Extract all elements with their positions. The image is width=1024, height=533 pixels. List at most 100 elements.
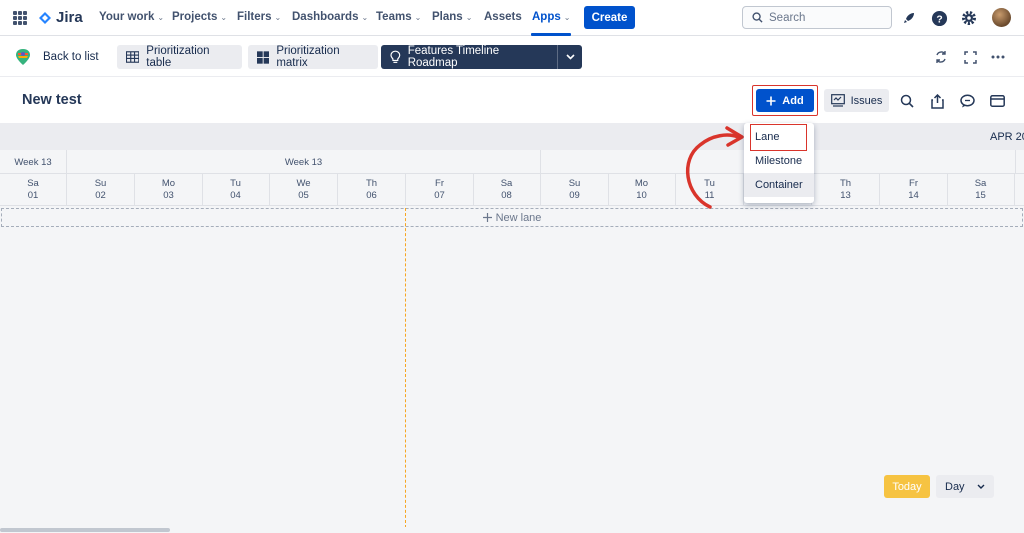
tab-prioritization-table-label: Prioritization table (146, 45, 210, 69)
day-of-week: Sa (27, 178, 39, 189)
tab-prioritization-matrix[interactable]: Prioritization matrix (248, 45, 378, 69)
today-button[interactable]: Today (884, 475, 930, 498)
nav-assets-label: Assets (484, 11, 522, 23)
day-of-week: Su (94, 178, 107, 189)
nav-assets[interactable]: Assets (484, 11, 522, 23)
chevron-down-icon: ⌄ (563, 12, 571, 22)
day-number: 03 (163, 190, 174, 201)
day-cell: Mo 10 (608, 174, 676, 206)
menu-item-milestone[interactable]: Milestone (744, 149, 814, 173)
nav-teams-label: Teams (376, 11, 412, 23)
tab-prioritization-table[interactable]: Prioritization table (117, 45, 242, 69)
issues-button-label: Issues (850, 94, 883, 107)
timeline-canvas[interactable]: APR 20 Week 13 Week 13 Sa01 Su02 Mo03 Tu… (0, 123, 1024, 533)
user-avatar[interactable] (992, 8, 1011, 27)
nav-apps[interactable]: Apps ⌄ (532, 11, 570, 23)
issues-button[interactable]: Issues (824, 89, 889, 112)
day-of-week: Mo (634, 178, 649, 189)
nav-dashboards[interactable]: Dashboards ⌄ (292, 11, 368, 23)
more-icon[interactable] (990, 49, 1006, 65)
day-cell: Su 09 (541, 174, 609, 206)
tab-features-timeline-roadmap-label: Features Timeline Roadmap (407, 45, 500, 69)
search-placeholder: Search (769, 11, 806, 24)
day-number: 06 (366, 190, 377, 201)
nav-teams[interactable]: Teams ⌄ (376, 11, 421, 23)
nav-projects[interactable]: Projects ⌄ (172, 11, 227, 23)
zoom-select-value: Day (945, 480, 965, 493)
day-cell: Sa 15 (947, 174, 1015, 206)
jira-logo-text: Jira (56, 9, 83, 26)
new-lane-button[interactable]: New lane (1, 208, 1023, 227)
back-to-list-button[interactable]: Back to list (15, 48, 99, 66)
fullscreen-icon[interactable] (962, 49, 978, 65)
refresh-icon[interactable] (933, 49, 949, 65)
search-icon[interactable] (898, 92, 916, 110)
table-icon (126, 51, 140, 63)
chevron-down-icon (565, 54, 575, 60)
menu-item-container[interactable]: Container (744, 173, 814, 197)
day-cell: Su 02 (67, 174, 135, 206)
jira-logo[interactable]: Jira (38, 9, 83, 26)
day-header: Sa 01 Su 02 Mo 03 Tu 04 We 05 Th 06 Fr 07 Sa 08 … (0, 174, 1024, 206)
create-button[interactable]: Create (584, 6, 635, 29)
day-number: 09 (569, 190, 580, 201)
day-cell: Th 13 (812, 174, 880, 206)
settings-icon[interactable] (960, 9, 978, 27)
add-button[interactable]: Add (756, 89, 814, 112)
day-cell: Th 06 (338, 174, 406, 206)
chevron-down-icon: ⌄ (274, 12, 282, 22)
new-lane-label: New lane (495, 211, 542, 224)
back-to-list-label: Back to list (43, 51, 99, 63)
plus-icon (766, 96, 776, 105)
help-icon[interactable]: ? (930, 9, 948, 27)
app-toolbar: Back to list Prioritization table Priori… (0, 37, 1024, 77)
day-of-week: Mo (161, 178, 176, 189)
chevron-down-icon (977, 484, 985, 489)
annotation-arrow-icon (685, 126, 744, 209)
day-number: 04 (230, 190, 241, 201)
share-icon[interactable] (928, 92, 946, 110)
card-icon[interactable] (988, 92, 1006, 110)
week-cell: Week 13 (0, 150, 67, 174)
day-of-week: Sa (500, 178, 513, 189)
zoom-select[interactable]: Day (936, 475, 994, 498)
nav-plans[interactable]: Plans ⌄ (432, 11, 472, 23)
week-cell: Week 13 (67, 150, 541, 174)
comment-icon[interactable] (958, 92, 976, 110)
day-of-week: Fr (435, 178, 444, 189)
view-switcher-dropdown[interactable] (557, 45, 582, 69)
day-of-week: Tu (230, 178, 241, 189)
tab-prioritization-matrix-label: Prioritization matrix (276, 45, 340, 69)
rocket-icon[interactable] (900, 9, 918, 27)
nav-filters-label: Filters (237, 11, 272, 23)
day-cell: Tu 04 (202, 174, 270, 206)
nav-your-work-label: Your work (99, 11, 155, 23)
matrix-icon (257, 50, 270, 64)
top-navigation-bar: Jira Your work ⌄ Projects ⌄ Filters ⌄ Dashb… (0, 0, 1024, 36)
day-of-week: We (296, 178, 311, 189)
scrollbar-thumb[interactable] (0, 528, 170, 532)
day-of-week: Th (839, 178, 852, 189)
add-button-label: Add (782, 94, 804, 107)
search-input[interactable]: Search (742, 6, 892, 29)
day-of-week: Fr (909, 178, 918, 189)
nav-filters[interactable]: Filters ⌄ (237, 11, 281, 23)
today-marker-line (405, 208, 406, 533)
nav-plans-label: Plans (432, 11, 463, 23)
active-nav-indicator (531, 33, 571, 36)
day-number: 08 (501, 190, 512, 201)
day-number: 07 (434, 190, 445, 201)
day-cell: We 05 (270, 174, 338, 206)
app-logo-icon (16, 49, 30, 65)
month-label: APR 20 (990, 131, 1024, 143)
day-cell: Sa 08 (473, 174, 541, 206)
plus-icon (482, 213, 492, 222)
issues-icon (830, 94, 845, 107)
jira-logo-icon (39, 11, 51, 24)
day-number: 02 (95, 190, 106, 201)
nav-your-work[interactable]: Your work ⌄ (99, 11, 164, 23)
tab-features-timeline-roadmap[interactable]: Features Timeline Roadmap (381, 45, 557, 69)
apps-grid-icon[interactable] (13, 11, 27, 25)
nav-projects-label: Projects (172, 11, 218, 23)
chevron-down-icon: ⌄ (361, 12, 369, 22)
